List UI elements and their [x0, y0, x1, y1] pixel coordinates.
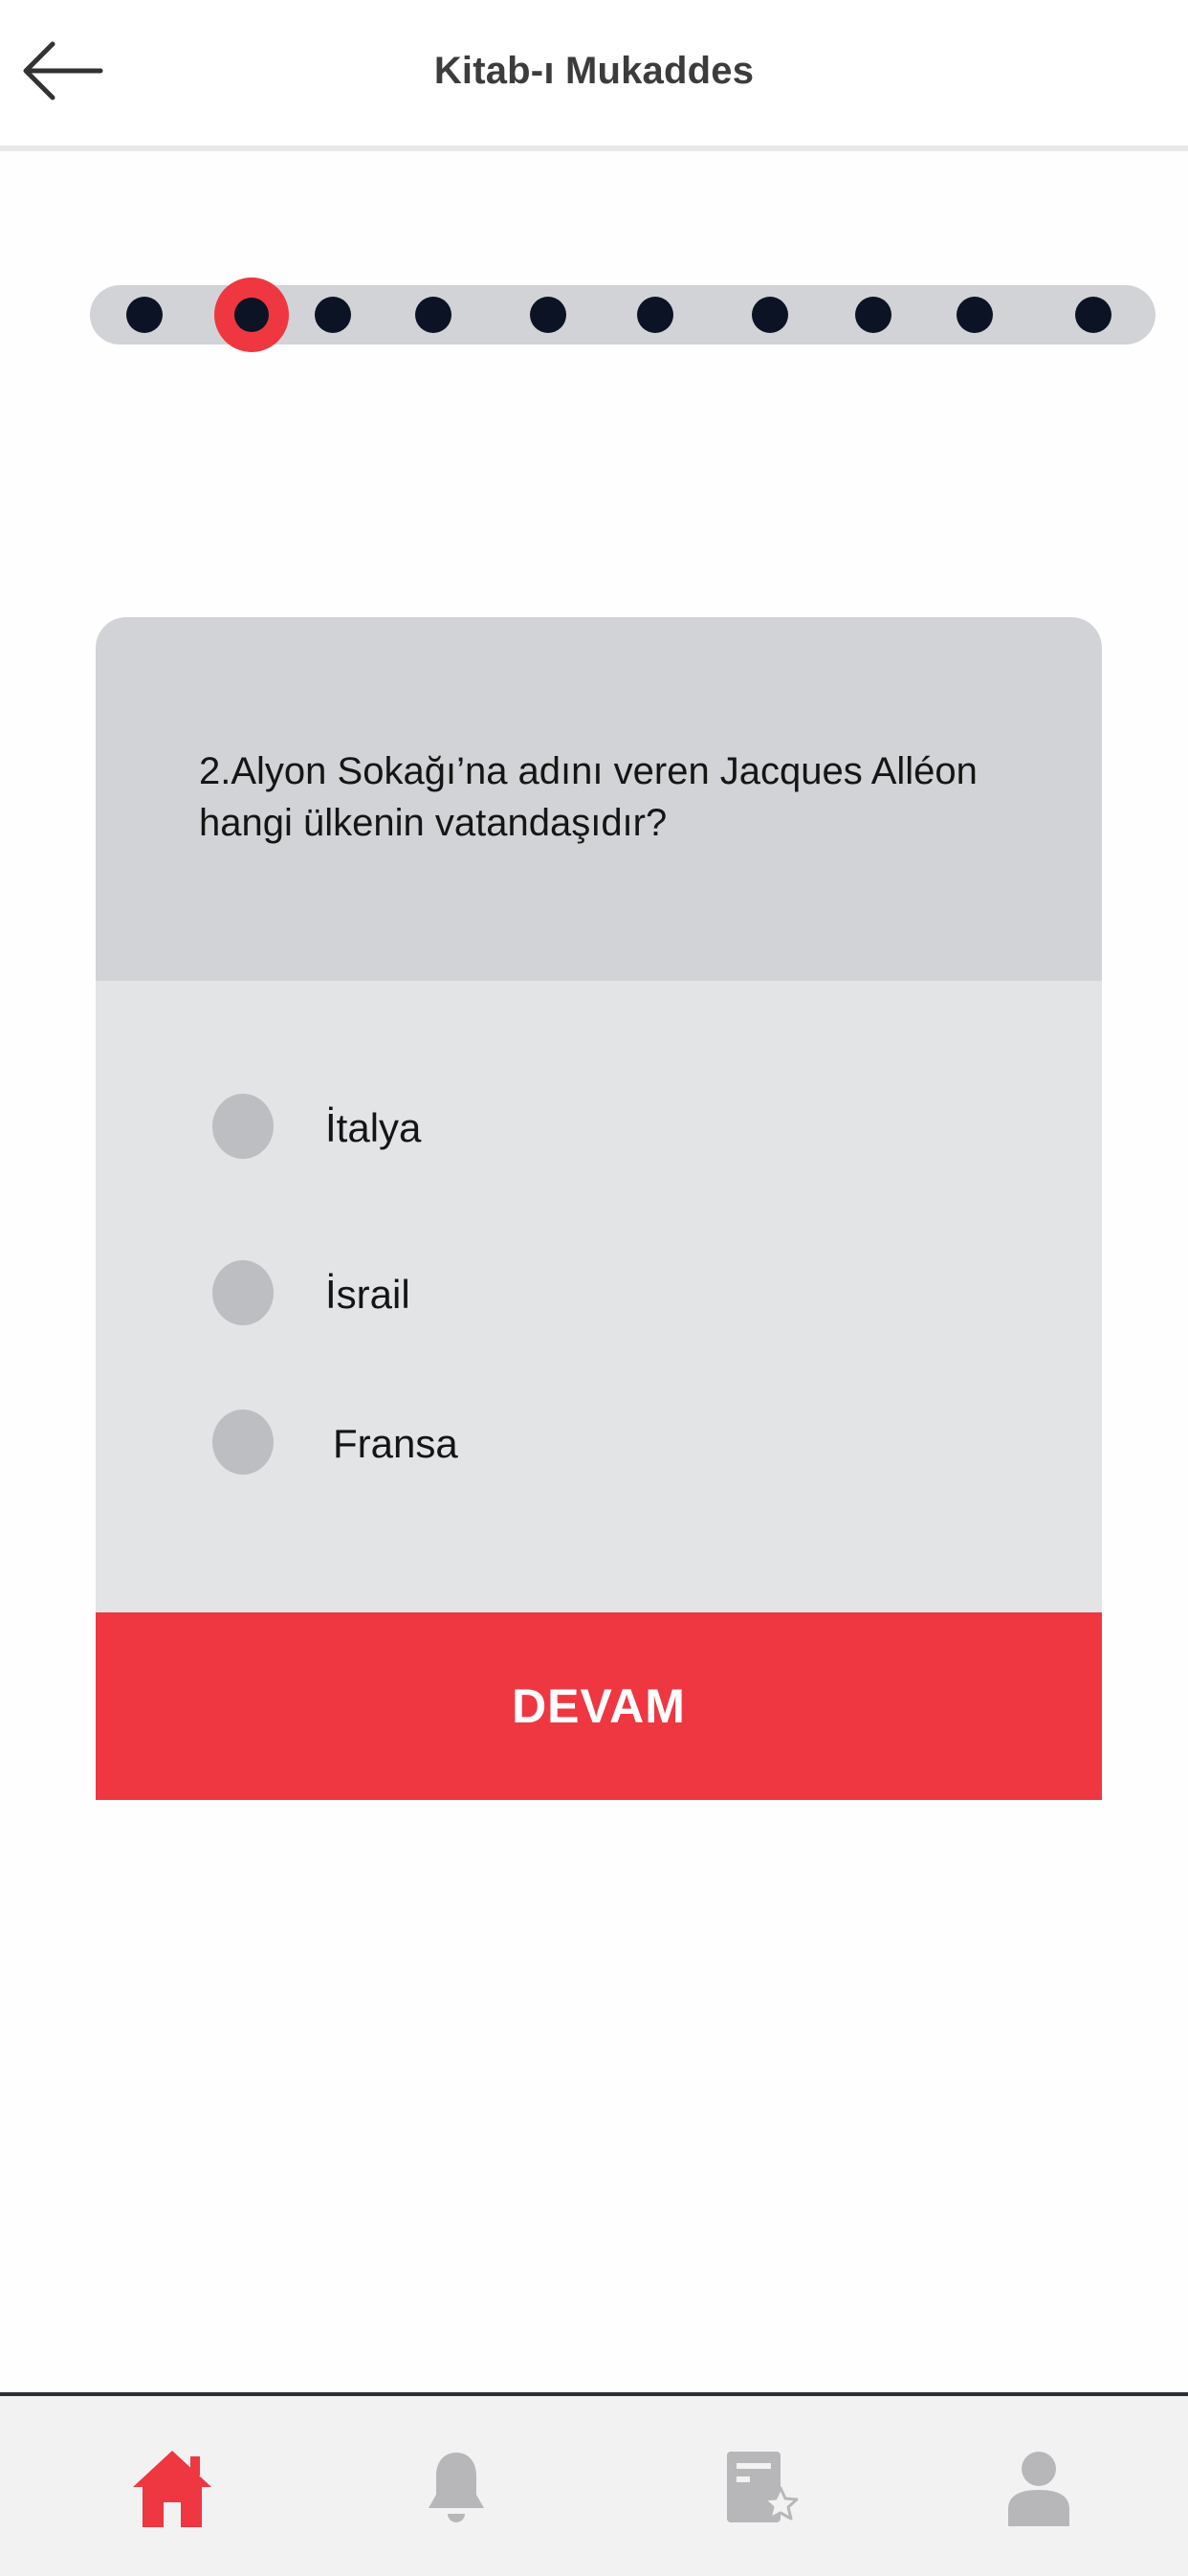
continue-button-label: DEVAM [512, 1679, 686, 1733]
continue-button[interactable]: DEVAM [96, 1612, 1102, 1800]
answer-option-label: İtalya [325, 1105, 422, 1150]
progress-step-2-current[interactable] [214, 278, 289, 352]
answer-option-label: Fransa [333, 1421, 458, 1466]
bell-icon [429, 2453, 484, 2522]
radio-button[interactable] [212, 1410, 274, 1475]
progress-step-4[interactable] [415, 297, 451, 333]
progress-step-10[interactable] [1075, 297, 1111, 333]
home-icon [133, 2451, 211, 2527]
user-icon [1008, 2452, 1069, 2526]
answer-option-label: İsrail [325, 1272, 410, 1317]
question-text: 2.Alyon Sokağı’na adını veren Jacques Al… [199, 750, 978, 844]
progress-step-9[interactable] [957, 297, 993, 333]
answer-option[interactable]: Fransa [212, 1402, 882, 1478]
bottom-tab-bar [0, 2392, 1188, 2576]
progress-step-3[interactable] [315, 297, 351, 333]
answer-option[interactable]: İsrail [212, 1253, 882, 1329]
app-header: Kitab-ı Mukaddes [0, 0, 1188, 151]
progress-step-6[interactable] [637, 297, 673, 333]
tab-profile[interactable] [991, 2440, 1087, 2536]
radio-button[interactable] [212, 1094, 274, 1159]
progress-step-7[interactable] [752, 297, 788, 333]
progress-step-1[interactable] [126, 297, 163, 333]
tab-favorites[interactable] [715, 2440, 811, 2536]
page-title: Kitab-ı Mukaddes [433, 50, 755, 92]
progress-step-8[interactable] [855, 297, 891, 333]
question-progress-stepper [90, 278, 1155, 352]
answer-option[interactable]: İtalya [212, 1086, 882, 1163]
question-panel: 2.Alyon Sokağı’na adını veren Jacques Al… [96, 617, 1102, 981]
answer-options: İtalya İsrail Fransa [96, 981, 1102, 1612]
favorites-document-icon [727, 2452, 799, 2522]
quiz-card: 2.Alyon Sokağı’na adını veren Jacques Al… [96, 617, 1102, 1800]
tab-notifications[interactable] [408, 2440, 504, 2536]
radio-button[interactable] [212, 1260, 274, 1325]
progress-step-5[interactable] [530, 297, 566, 333]
tab-home[interactable] [124, 2440, 220, 2536]
